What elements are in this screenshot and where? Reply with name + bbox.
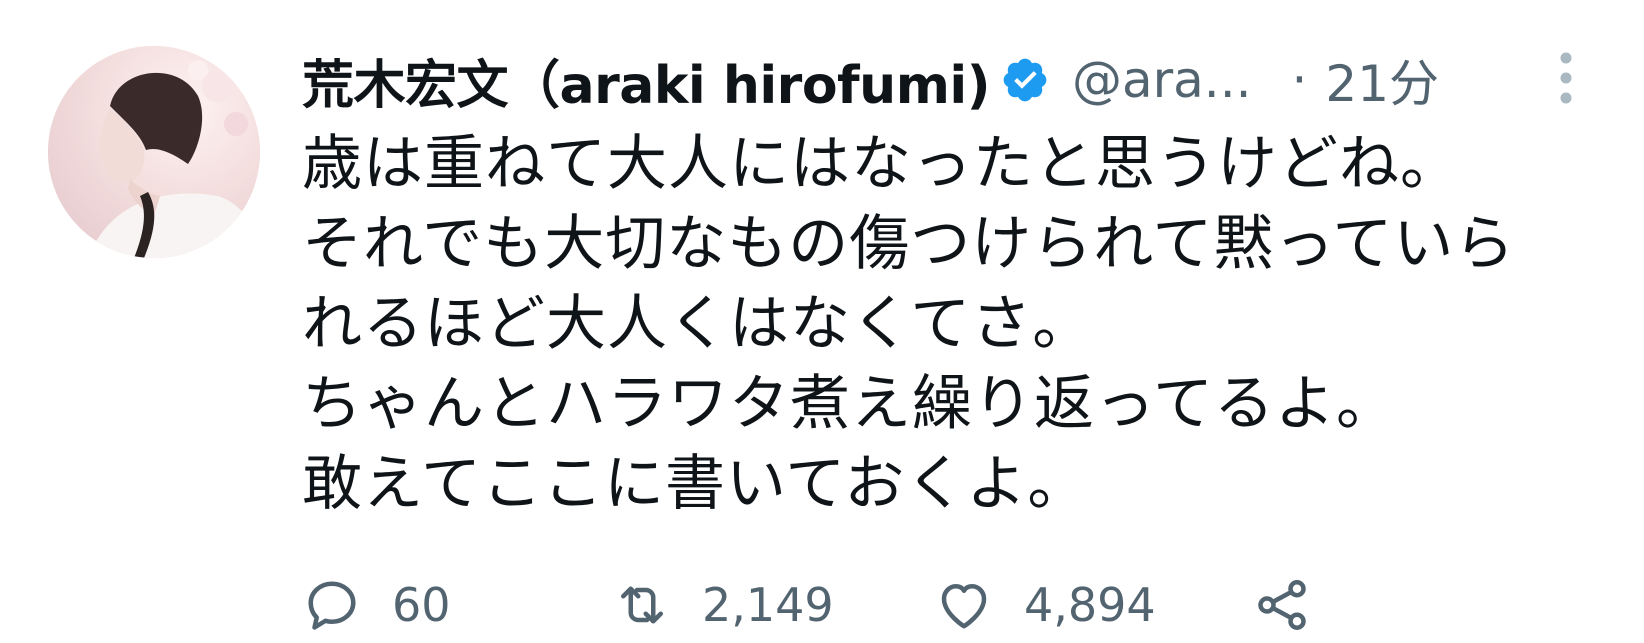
- share-icon: [1258, 580, 1306, 630]
- like-count: 4,894: [1024, 578, 1156, 632]
- reply-icon: [308, 581, 356, 630]
- tweet-content: 荒木宏文（araki hirofumi) @ara... · 21分 歳は重ねて…: [302, 40, 1622, 524]
- tweet-actions: 60 2,149 4,894: [302, 570, 1402, 640]
- tweet-header: 荒木宏文（araki hirofumi) @ara... · 21分: [302, 40, 1622, 120]
- tweet-text-line: れるほど大人くはなくてさ。: [302, 289, 1094, 359]
- retweet-button[interactable]: 2,149: [612, 570, 834, 640]
- tweet-text-line: ちゃんとハラワタ煮え繰り返ってるよ。: [302, 369, 1397, 439]
- reply-button[interactable]: 60: [302, 570, 451, 640]
- reply-count: 60: [392, 578, 451, 632]
- retweet-icon: [621, 586, 663, 624]
- display-name[interactable]: 荒木宏文（araki hirofumi): [302, 43, 990, 118]
- retweet-count: 2,149: [702, 578, 834, 632]
- share-button[interactable]: [1252, 570, 1312, 640]
- more-vertical-icon[interactable]: [1554, 48, 1578, 108]
- like-button[interactable]: 4,894: [934, 570, 1156, 640]
- timestamp[interactable]: 21分: [1325, 44, 1439, 116]
- heart-icon: [941, 584, 987, 629]
- separator-dot: ·: [1291, 51, 1308, 109]
- user-handle[interactable]: @ara...: [1072, 51, 1252, 109]
- avatar-image: [48, 46, 260, 258]
- tweet-text-line: それでも大切なもの傷つけられて黙っていら: [302, 209, 1516, 279]
- verified-badge-icon: [1003, 58, 1047, 102]
- tweet[interactable]: 荒木宏文（araki hirofumi) @ara... · 21分 歳は重ねて…: [0, 0, 1644, 643]
- tweet-text: 歳は重ねて大人にはなったと思うけどね。 それでも大切なもの傷つけられて黙っていら…: [302, 124, 1622, 524]
- tweet-text-line: 敢えてここに書いておくよ。: [302, 449, 1089, 519]
- tweet-text-line: 歳は重ねて大人にはなったと思うけどね。: [302, 129, 1461, 199]
- avatar[interactable]: [48, 46, 260, 258]
